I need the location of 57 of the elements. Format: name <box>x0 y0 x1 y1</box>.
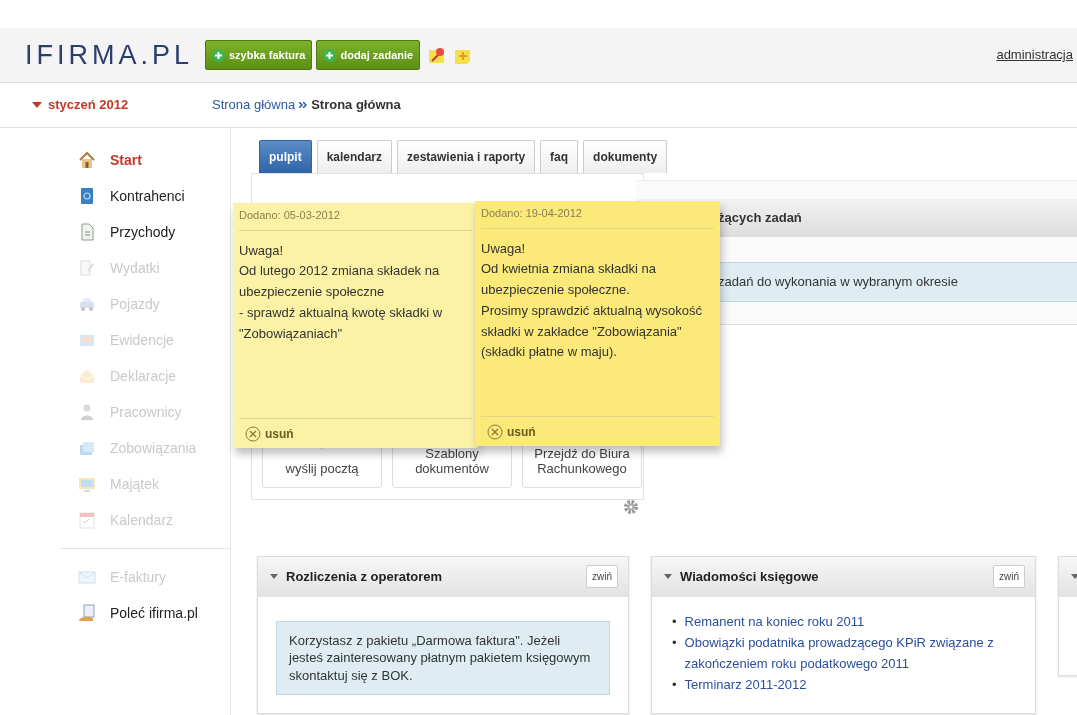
document-pencil-icon <box>78 259 96 277</box>
news-link[interactable]: Obowiązki podatnika prowadzącego KPiR związane z zakończeniem roku podatkowego 2011 <box>684 631 1005 674</box>
tab[interactable]: kalendarz <box>316 140 392 173</box>
house-icon <box>78 151 96 169</box>
caret-icon <box>664 574 672 579</box>
widget-title: Rozliczenia z operatorem <box>286 567 443 586</box>
bullet: • <box>672 675 677 694</box>
tab[interactable]: pulpit <box>259 140 312 173</box>
user-menu-link[interactable]: administracja <box>996 45 1077 65</box>
close-icon <box>487 424 503 440</box>
logo[interactable]: IFIRMA.PL <box>25 34 205 76</box>
sidebar-item[interactable]: Przychody <box>78 214 230 250</box>
tab[interactable]: dokumenty <box>583 140 668 173</box>
news-link[interactable]: Remanent na koniec roku 2011 <box>684 610 865 632</box>
collapse-button[interactable]: zwiń <box>993 565 1025 588</box>
note-text: Uwaga! Od lutego 2012 zmiana składek na ubezpieczenie społeczne - sprawdź aktualną kwotę składki w "Zobowiązaniach" <box>239 241 444 343</box>
monitor-icon <box>78 475 96 493</box>
document-icon <box>78 223 96 241</box>
pushpin-icon[interactable] <box>428 46 447 64</box>
close-icon <box>245 426 261 442</box>
bullet: • <box>672 612 677 631</box>
tab[interactable]: faq <box>540 140 579 173</box>
plus-icon <box>323 48 337 62</box>
add-button[interactable]: dodaj zadanie <box>316 39 421 71</box>
breadcrumb-link[interactable]: Strona główna <box>212 95 296 115</box>
plus-icon <box>212 48 225 62</box>
open-envelope-icon <box>78 367 96 385</box>
sidebar-item[interactable]: Start <box>78 142 230 178</box>
car-icon <box>78 295 96 313</box>
sidebar-item[interactable]: Kontrahenci <box>78 178 230 214</box>
add-button[interactable]: szybka faktura <box>205 39 313 71</box>
tab[interactable]: zestawienia i raporty <box>397 140 536 173</box>
caret-icon <box>270 574 278 579</box>
caret-icon <box>1071 574 1077 579</box>
widget-title: Wiadomości księgowe <box>680 567 819 586</box>
chevron-icon <box>299 102 308 108</box>
news-link[interactable]: Terminarz 2011-2012 <box>684 673 807 695</box>
collapse-button[interactable]: zwiń <box>586 565 618 588</box>
breadcrumb-current: Strona główna <box>311 96 401 115</box>
period-label: styczeń 2012 <box>48 96 129 115</box>
caret-icon <box>32 102 42 108</box>
sidebar-item[interactable]: Poleć ifirma.pl <box>78 595 230 631</box>
folders-icon <box>78 439 96 457</box>
note-date: Dodano: 05-03-2012 <box>239 207 472 231</box>
info-message: Korzystasz z pakietu „Darmowa faktura". Jeżeli jesteś zainteresowany płatnym pakietem księgowym skontaktuj się z BOK. <box>276 620 610 696</box>
envelope-icon <box>78 568 96 586</box>
calendar-icon <box>78 511 96 529</box>
note-date: Dodano: 19-04-2012 <box>481 205 714 229</box>
period-selector[interactable]: styczeń 2012 <box>32 95 212 115</box>
bullet: • <box>672 633 677 652</box>
settings-icon <box>623 498 639 515</box>
address-book-icon <box>78 187 96 205</box>
delete-button[interactable]: usuń <box>239 418 472 444</box>
hand-card-icon <box>78 604 96 622</box>
note-text: Uwaga! Od kwietnia zmiana składki na ubezpieczenie społeczne. Prosimy sprawdzić aktualną wysokość składki w zakładce "Zobowiązania" (składki płatne w maju). <box>481 239 704 362</box>
delete-button[interactable]: usuń <box>481 416 714 442</box>
person-icon <box>78 403 96 421</box>
